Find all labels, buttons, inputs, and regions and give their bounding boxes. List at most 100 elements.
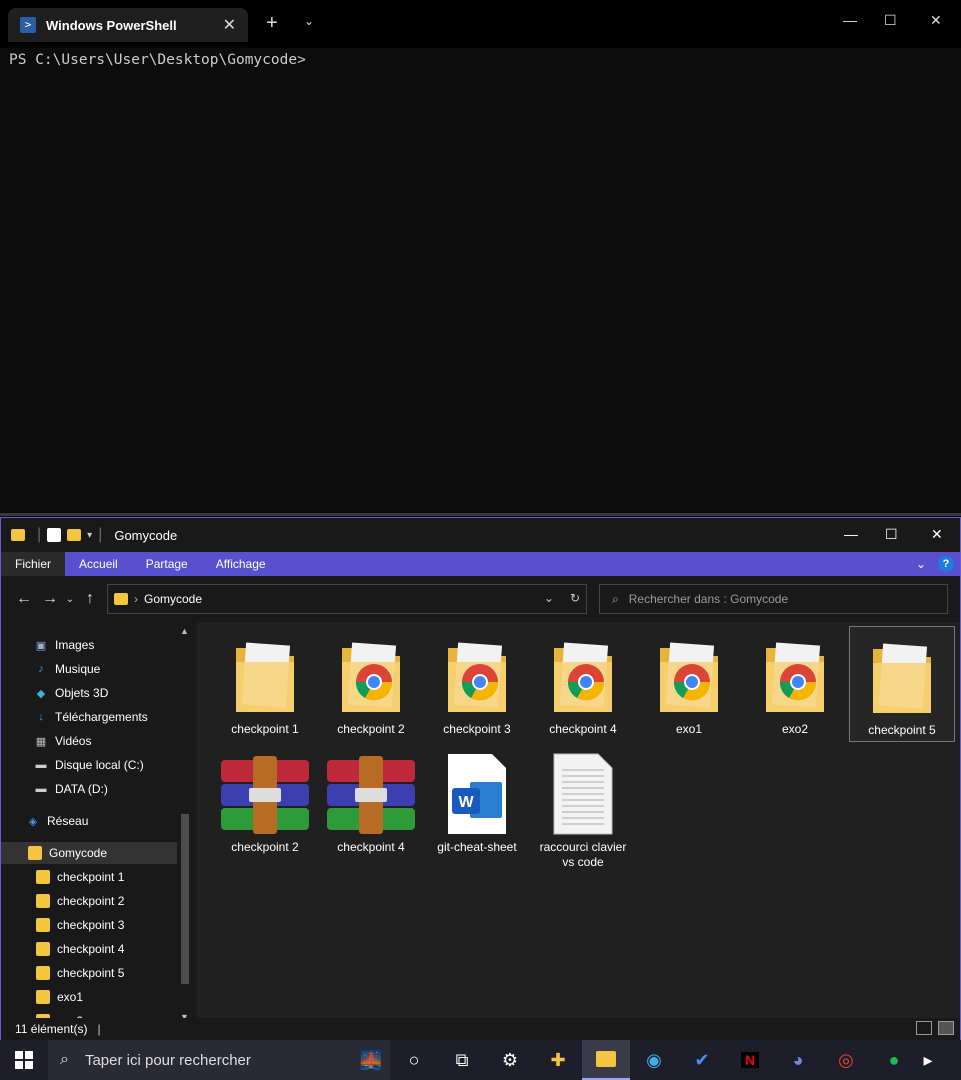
file-item-label: checkpoint 5 [868,723,936,737]
tab-accueil[interactable]: Accueil [65,552,132,576]
up-button[interactable]: ↑ [77,590,103,608]
scroll-thumb[interactable] [181,814,189,984]
details-view-icon[interactable] [916,1021,932,1035]
file-item[interactable]: checkpoint 2 [217,748,313,855]
cortana-icon[interactable]: ○ [390,1040,438,1080]
file-item[interactable]: exo1 [641,630,737,737]
sidebar-item-musique[interactable]: ♪ Musique [33,658,100,680]
sidebar-item-checkpoint-1[interactable]: checkpoint 1 [35,866,124,888]
new-folder-icon[interactable] [67,529,82,541]
maximize-button[interactable]: ☐ [885,526,898,543]
tab-fichier[interactable]: Fichier [1,552,66,576]
sidebar-item-disque-local-c-[interactable]: ▬ Disque local (C:) [33,754,144,776]
sidebar-item-r-seau[interactable]: ◈ Réseau [25,810,89,832]
discord-icon[interactable]: ◕ [774,1040,822,1080]
file-item[interactable]: checkpoint 5 [849,626,955,742]
minimize-button[interactable]: — [843,12,857,28]
file-item[interactable]: raccourci clavier vs code [535,748,631,870]
sidebar-item-t-l-chargements[interactable]: ↓ Téléchargements [33,706,147,728]
file-item[interactable]: checkpoint 1 [217,630,313,737]
word-document-icon: W [429,748,525,836]
folder-icon [35,894,51,908]
netflix-icon[interactable]: N [726,1040,774,1080]
sidebar-item-label: checkpoint 4 [57,942,125,956]
close-button[interactable]: ✕ [931,526,943,543]
tab-affichage[interactable]: Affichage [202,552,280,576]
powershell-window[interactable]: > Windows PowerShell ✕ + ⌄ — ☐ ✕ PS C:\U… [0,0,961,515]
sidebar-item-checkpoint-2[interactable]: checkpoint 2 [35,890,124,912]
images-icon: ▣ [35,639,47,652]
file-item[interactable]: exo2 [747,630,843,737]
winrar-archive-icon [217,748,313,836]
file-item-label: checkpoint 3 [443,722,511,736]
help-icon[interactable]: ? [938,556,954,572]
separator: | [37,526,42,543]
folder-icon [11,529,25,541]
folder-icon [27,846,43,860]
forward-button[interactable]: → [37,590,63,608]
sidebar-item-data-d-[interactable]: ▬ DATA (D:) [33,778,108,800]
address-bar[interactable]: › Gomycode ⌄ ↻ [107,584,587,614]
chrome-folder-icon [429,630,525,718]
sidebar-item-label: exo1 [57,990,84,1004]
taskbar-search[interactable]: ⌕ Taper ici pour rechercher 🌉 [48,1040,390,1080]
refresh-icon[interactable]: ↻ [570,591,580,605]
sidebar-item-images[interactable]: ▣ Images [33,634,95,656]
file-item[interactable]: checkpoint 4 [323,748,419,855]
item-count: 11 élément(s) [15,1022,88,1036]
file-explorer-window[interactable]: | ▾ | Gomycode — ☐ ✕ Fichier Accueil Par… [0,517,961,1040]
task-view-icon[interactable]: ⧉ [438,1040,486,1080]
windows-icon [15,1051,33,1069]
sidebar-item-gomycode[interactable]: Gomycode [1,842,177,864]
address-path[interactable]: Gomycode [144,592,202,606]
sidebar-item-checkpoint-3[interactable]: checkpoint 3 [35,914,124,936]
file-item[interactable]: checkpoint 4 [535,630,631,737]
folder-icon [35,942,51,956]
minimize-button[interactable]: — [844,526,858,542]
sidebar-scrollbar[interactable]: ▲ ▼ [177,626,193,1022]
recent-locations-icon[interactable]: ⌄ [63,594,77,605]
sidebar-item-exo1[interactable]: exo1 [35,986,83,1008]
chrome-icon[interactable]: ◎ [822,1040,870,1080]
customize-quick-access-icon[interactable]: ▾ [87,530,92,541]
sidebar-item-checkpoint-5[interactable]: checkpoint 5 [35,962,124,984]
new-tab-button[interactable]: + [266,12,278,35]
powershell-tab[interactable]: > Windows PowerShell ✕ [8,8,248,42]
terminal-output[interactable]: PS C:\Users\User\Desktop\Gomycode> [0,48,961,72]
large-icons-view-icon[interactable] [938,1021,954,1035]
close-tab-icon[interactable]: ✕ [223,15,236,35]
tab-partage[interactable]: Partage [132,552,202,576]
sidebar-item-vid-os[interactable]: ▦ Vidéos [33,730,92,752]
settings-icon[interactable]: ⚙ [486,1040,534,1080]
chevron-right-icon[interactable]: › [134,592,138,606]
explorer-titlebar[interactable]: | ▾ | Gomycode — ☐ ✕ [1,518,960,552]
powershell-titlebar[interactable]: > Windows PowerShell ✕ + ⌄ — ☐ ✕ [0,0,961,48]
sidebar-item-checkpoint-4[interactable]: checkpoint 4 [35,938,124,960]
file-explorer-icon[interactable] [582,1040,630,1080]
puzzle-icon[interactable]: ✚ [534,1040,582,1080]
maximize-button[interactable]: ☐ [884,12,897,29]
scroll-up-icon[interactable]: ▲ [180,626,189,636]
file-item[interactable]: Wgit-cheat-sheet [429,748,525,855]
spotify-icon[interactable]: ● [870,1040,918,1080]
navigation-pane: ▣ Images ♪ Musique ◆ Objets 3D ↓ Téléchargement… [1,622,195,1028]
video-icon: ▦ [35,735,47,748]
chrome-folder-icon [323,630,419,718]
sidebar-item-objets-3d[interactable]: ◆ Objets 3D [33,682,109,704]
close-button[interactable]: ✕ [930,12,942,29]
powershell-icon: > [20,17,36,33]
edge-icon[interactable]: ◉ [630,1040,678,1080]
chevron-down-icon[interactable]: ⌄ [304,14,314,28]
file-item[interactable]: checkpoint 2 [323,630,419,737]
terminal-icon[interactable]: ▸ [918,1040,938,1080]
back-button[interactable]: ← [11,590,37,608]
file-item[interactable]: checkpoint 3 [429,630,525,737]
address-dropdown-icon[interactable]: ⌄ [544,591,554,605]
objects-3d-icon: ◆ [36,687,46,700]
todo-icon[interactable]: ✔ [678,1040,726,1080]
search-box[interactable]: ⌕ Rechercher dans : Gomycode [599,584,948,614]
tab-title: Windows PowerShell [46,17,177,33]
start-button[interactable] [0,1040,48,1080]
properties-icon[interactable] [47,528,62,542]
expand-ribbon-icon[interactable]: ⌄ [916,557,926,571]
